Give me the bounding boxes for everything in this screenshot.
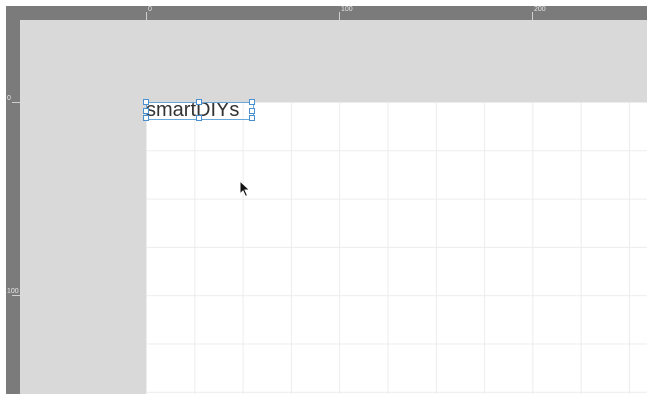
resize-handle-middle-left[interactable] [143, 108, 149, 114]
ruler-label-100: 100 [341, 6, 353, 13]
resize-handle-top-middle[interactable] [196, 99, 202, 105]
resize-handle-bottom-left[interactable] [143, 115, 149, 121]
ruler-corner [6, 6, 20, 20]
ruler-label-0: 0 [148, 6, 152, 13]
ruler-label-100-vertical: 100 [7, 288, 19, 295]
mouse-pointer-icon [239, 180, 251, 198]
resize-handle-middle-right[interactable] [249, 108, 255, 114]
vertical-ruler[interactable]: 0 100 [6, 20, 26, 394]
resize-handle-bottom-right[interactable] [249, 115, 255, 121]
ruler-label-0-vertical: 0 [7, 95, 11, 102]
ruler-label-200: 200 [534, 6, 546, 13]
resize-handle-top-right[interactable] [249, 99, 255, 105]
resize-handle-top-left[interactable] [143, 99, 149, 105]
artboard[interactable] [146, 102, 647, 394]
design-canvas: 0 100 200 0 100 smartDIYs [0, 0, 647, 394]
resize-handle-bottom-middle[interactable] [196, 115, 202, 121]
horizontal-ruler[interactable]: 0 100 200 [6, 6, 647, 26]
